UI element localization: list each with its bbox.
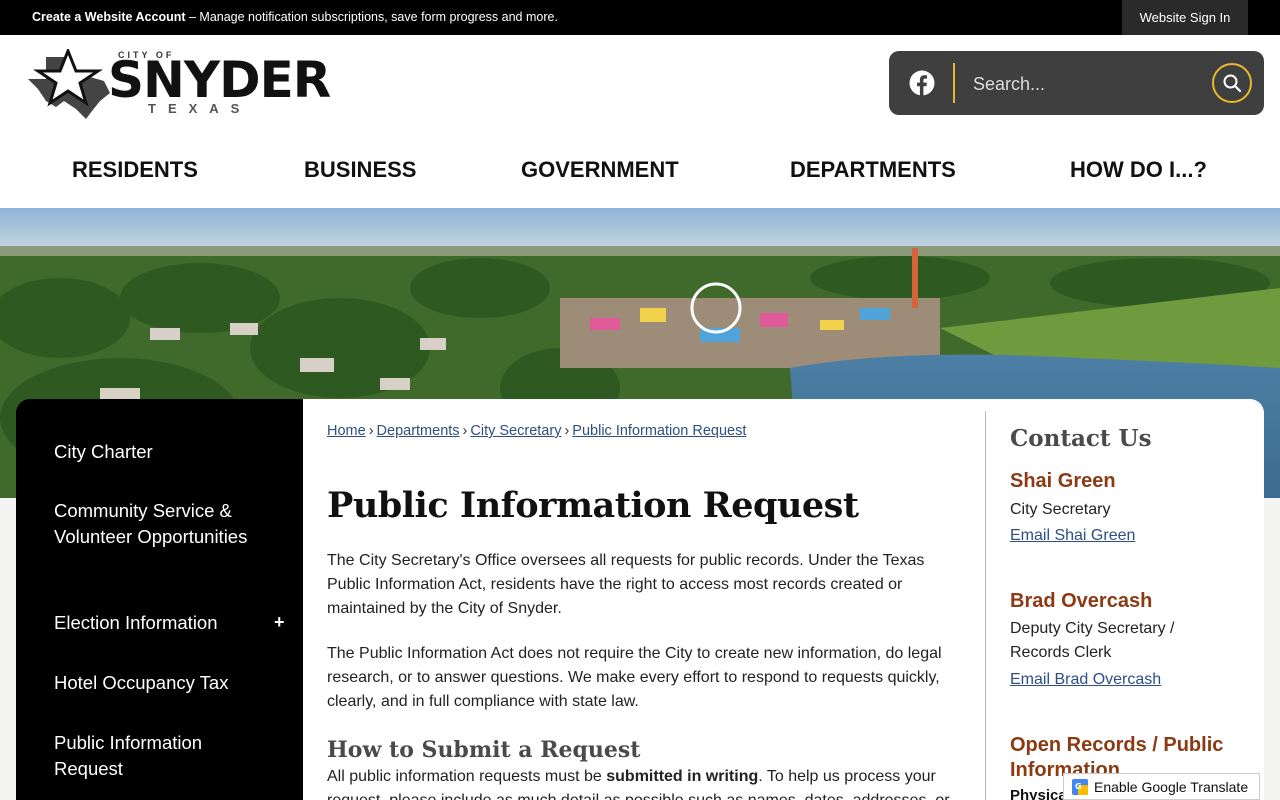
email-link[interactable]: Email Shai Green xyxy=(1010,527,1135,545)
column-divider xyxy=(985,411,986,800)
site-header: CITY OF SNYDER TEXAS RESIDENTS BUSINESS … xyxy=(0,35,1280,208)
main-content: Home › Departments › City Secretary › Public I… xyxy=(303,399,1264,800)
account-banner: Create a Website Account – Manage notifi… xyxy=(32,10,558,24)
city-logo[interactable]: CITY OF SNYDER TEXAS xyxy=(16,49,331,119)
svg-text:G: G xyxy=(1075,782,1082,791)
nav-residents[interactable]: RESIDENTS xyxy=(72,157,198,183)
breadcrumb-separator: › xyxy=(462,423,468,439)
search-bar xyxy=(889,51,1264,115)
search-divider xyxy=(953,63,955,103)
contact-name: Shai Green xyxy=(1010,470,1116,492)
sign-in-button[interactable]: Website Sign In xyxy=(1122,0,1248,35)
google-translate-button[interactable]: G Enable Google Translate xyxy=(1063,773,1260,800)
sidebar-item-community-service[interactable]: Community Service & Volunteer Opportunit… xyxy=(54,498,254,550)
submit-paragraph: All public information requests must be … xyxy=(327,765,967,800)
sidebar-item-hotel-occupancy-tax[interactable]: Hotel Occupancy Tax xyxy=(54,670,254,696)
sidebar-nav: City Charter Community Service & Volunte… xyxy=(16,399,303,800)
sidebar-item-city-charter[interactable]: City Charter xyxy=(54,439,254,465)
translate-label: Enable Google Translate xyxy=(1094,778,1249,795)
contact-role: City Secretary xyxy=(1010,501,1111,518)
physical-address-label: Physica xyxy=(1010,787,1067,800)
breadcrumb-separator: › xyxy=(564,423,570,439)
submit-text-bold: submitted in writing xyxy=(606,768,759,785)
logo-state: TEXAS xyxy=(148,101,252,116)
account-description: – Manage notification subscriptions, sav… xyxy=(185,10,558,24)
intro-paragraph: The City Secretary's Office oversees all… xyxy=(327,552,925,617)
breadcrumb-current[interactable]: Public Information Request xyxy=(572,423,746,439)
nav-government[interactable]: GOVERNMENT xyxy=(521,157,679,183)
logo-name: SNYDER xyxy=(108,51,331,109)
nav-departments[interactable]: DEPARTMENTS xyxy=(790,157,956,183)
submit-text-pre: All public information requests must be xyxy=(327,768,607,785)
sidebar-item-public-information-request[interactable]: Public Information Request xyxy=(54,730,254,782)
breadcrumb-separator: › xyxy=(368,423,374,439)
contact-title: Contact Us xyxy=(1010,425,1152,452)
page-title: Public Information Request xyxy=(327,485,859,526)
main-navigation: RESIDENTS BUSINESS GOVERNMENT DEPARTMENT… xyxy=(0,153,1280,189)
breadcrumb: Home › Departments › City Secretary › Public I… xyxy=(327,423,746,439)
create-account-link[interactable]: Create a Website Account xyxy=(32,10,186,24)
breadcrumb-home[interactable]: Home xyxy=(327,423,366,439)
search-icon xyxy=(1223,74,1242,93)
search-input[interactable] xyxy=(973,71,1203,97)
expand-election-icon[interactable]: + xyxy=(274,612,285,633)
act-paragraph: The Public Information Act does not requ… xyxy=(327,645,942,710)
contact-name: Brad Overcash xyxy=(1010,590,1153,612)
facebook-icon[interactable] xyxy=(909,70,935,96)
email-link[interactable]: Email Brad Overcash xyxy=(1010,671,1161,689)
sidebar-item-election-information[interactable]: Election Information xyxy=(54,610,254,636)
texas-star-icon xyxy=(28,49,110,119)
section-heading: How to Submit a Request xyxy=(327,737,641,763)
breadcrumb-departments[interactable]: Departments xyxy=(377,423,460,439)
google-translate-icon: G xyxy=(1072,778,1088,795)
search-button[interactable] xyxy=(1212,63,1252,103)
top-bar: Create a Website Account – Manage notifi… xyxy=(0,0,1280,35)
breadcrumb-city-secretary[interactable]: City Secretary xyxy=(470,423,561,439)
contact-role: Deputy City Secretary / Records Clerk xyxy=(1010,620,1175,661)
nav-business[interactable]: BUSINESS xyxy=(304,157,416,183)
nav-how-do-i[interactable]: HOW DO I...? xyxy=(1070,157,1207,183)
